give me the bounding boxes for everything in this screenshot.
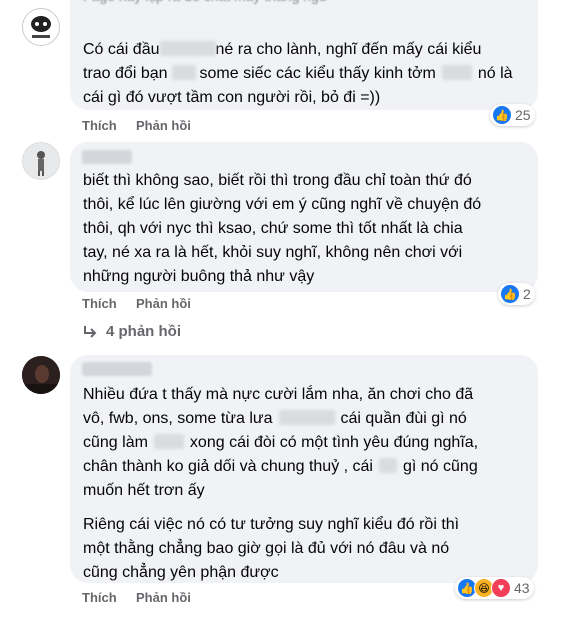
reply-arrow-icon [84, 325, 97, 338]
comment-text-segment: some siếc các kiểu thấy kinh tởm [199, 65, 436, 82]
comment-cut-line: Fage hay lập ra để chat mấy thẳng ngu [83, 0, 327, 8]
comment-text: cái gì đó vượt tầm con người rồi, bỏ đi … [83, 86, 380, 110]
love-reaction-icon: ♥ [491, 578, 511, 598]
comment-text: một thằng chẳng bao giờ gọi là đủ với nó… [83, 537, 449, 561]
comment-text-segment: biết thì không sao, biết rồi thì trong đ… [83, 172, 472, 189]
comment-text-segment: cũng làm [83, 434, 148, 451]
comment-text-segment: thôi, kể lúc lên giường với em ý cũng ng… [83, 196, 482, 213]
comment-text-segment: vô, fwb, ons, some từa lưa [83, 410, 273, 427]
comment-text-segment: nó là [477, 65, 513, 82]
redacted-blur [278, 410, 335, 425]
comment-text-segment: xong cái đòi có một tình yêu đúng nghĩa, [189, 434, 479, 451]
comment-text: chân thành ko giả dối và chung thuỷ , cá… [83, 455, 478, 479]
redacted-blur [159, 41, 216, 56]
comment-text-segment: gì nó cũng [402, 458, 478, 475]
replies-count-label: 4 phản hồi [106, 323, 181, 340]
comment-text: biết thì không sao, biết rồi thì trong đ… [83, 169, 472, 193]
like-button[interactable]: Thích [82, 590, 117, 605]
reaction-badge[interactable]: 👍 25 [490, 104, 535, 126]
user-avatar[interactable] [22, 8, 60, 46]
comment-text-segment: thôi, qh với nyc thì ksao, chứ some thì … [83, 220, 463, 237]
like-reaction-icon: 👍 [492, 105, 512, 125]
author-name-redacted [82, 362, 152, 376]
redacted-blur [378, 458, 397, 473]
reaction-badge[interactable]: 👍 😆 ♥ 43 [455, 577, 534, 599]
comment-text-segment: Có cái đầu [83, 41, 160, 58]
comment-text: vô, fwb, ons, some từa lưa cái quần đùi g… [83, 407, 467, 431]
user-avatar[interactable] [22, 142, 60, 180]
avatar-dark-icon [22, 356, 60, 394]
reply-button[interactable]: Phản hồi [136, 118, 191, 133]
comment-text-segment: cũng chẳng yên phận được [83, 564, 279, 581]
comment-text: những người buông thả như vậy [83, 265, 314, 289]
reaction-count: 25 [515, 107, 531, 123]
reply-button[interactable]: Phản hồi [136, 590, 191, 605]
redacted-blur [153, 434, 184, 449]
reaction-count: 43 [514, 580, 530, 596]
comment-text-segment: Nhiều đứa t thấy mà nực cười lắm nha, ăn… [83, 386, 474, 403]
comment-text: tay, né xa ra là hết, khỏi suy nghĩ, khô… [83, 241, 462, 265]
reaction-badge[interactable]: 👍 2 [498, 283, 535, 305]
comment-text-segment: những người buông thả như vậy [83, 268, 315, 285]
author-name-redacted [82, 150, 132, 164]
redacted-blur [441, 65, 472, 80]
redacted-blur [171, 65, 196, 80]
comment-text: muốn hết trơn ấy [83, 479, 205, 503]
like-button[interactable]: Thích [82, 118, 117, 133]
comment-text: thôi, qh với nyc thì ksao, chứ some thì … [83, 217, 463, 241]
comment-text-segment: chân thành ko giả dối và chung thuỷ , cá… [83, 458, 373, 475]
comment-text: Riêng cái việc nó có tư tưởng suy nghĩ k… [83, 513, 459, 537]
comment-text: trao đổi bạn some siếc các kiểu thấy kinh… [83, 62, 513, 86]
comment-text-segment: né ra cho lành, nghĩ đến mấy cái kiểu [215, 41, 482, 58]
comment-text: Có cái đầu né ra cho lành, nghĩ đến mấy c… [83, 38, 481, 62]
comment-text-segment: muốn hết trơn ấy [83, 482, 205, 499]
comment-text: thôi, kể lúc lên giường với em ý cũng ng… [83, 193, 481, 217]
user-avatar[interactable] [22, 356, 60, 394]
view-replies-link[interactable]: 4 phản hồi [82, 323, 181, 340]
comment-text: Nhiều đứa t thấy mà nực cười lắm nha, ăn… [83, 383, 473, 407]
avatar-logo-icon [24, 10, 58, 44]
comment-text: cũng làm xong cái đòi có một tình yêu đún… [83, 431, 478, 455]
comment-text-segment: trao đổi bạn [83, 65, 168, 82]
like-reaction-icon: 👍 [500, 284, 520, 304]
avatar-person-icon [23, 143, 59, 179]
comment-text-segment: tay, né xa ra là hết, khỏi suy nghĩ, khô… [83, 244, 463, 261]
comment-text: cũng chẳng yên phận được [83, 561, 279, 585]
reply-button[interactable]: Phản hồi [136, 296, 191, 311]
comment-text-segment: cái gì đó vượt tầm con người rồi, bỏ đi … [83, 89, 381, 106]
comment-text-segment: Riêng cái việc nó có tư tưởng suy nghĩ k… [83, 516, 460, 533]
like-button[interactable]: Thích [82, 296, 117, 311]
reaction-count: 2 [523, 286, 531, 302]
comment-text-segment: một thằng chẳng bao giờ gọi là đủ với nó… [83, 540, 450, 557]
comment-text-segment: cái quần đùi gì nó [340, 410, 467, 427]
